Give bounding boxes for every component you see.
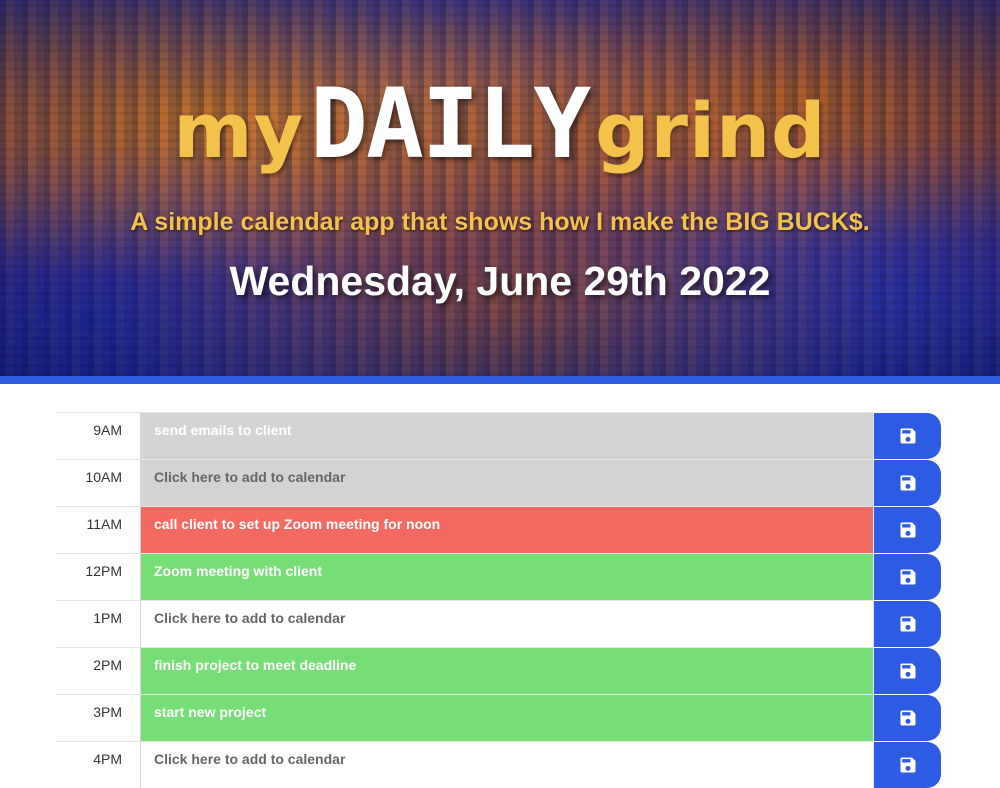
day-planner: 9AM send emails to client 10AM Click her…: [56, 412, 942, 788]
hour-label: 9AM: [56, 412, 141, 459]
save-button[interactable]: [874, 413, 941, 459]
hour-label: 12PM: [56, 553, 141, 600]
time-block: 2PM finish project to meet deadline: [56, 647, 942, 694]
save-button[interactable]: [874, 460, 941, 506]
title-grind: grind: [595, 86, 827, 175]
time-block: 1PM Click here to add to calendar: [56, 600, 942, 647]
hour-label: 11AM: [56, 506, 141, 553]
hour-label: 10AM: [56, 459, 141, 506]
floppy-disk-icon: [900, 757, 915, 773]
floppy-disk-icon: [900, 428, 915, 444]
title-daily: DAILY: [310, 68, 591, 180]
floppy-disk-icon: [900, 710, 915, 726]
time-block: 11AM call client to set up Zoom meeting …: [56, 506, 942, 553]
time-block: 10AM Click here to add to calendar: [56, 459, 942, 506]
event-description[interactable]: start new project: [141, 694, 874, 741]
time-block: 12PM Zoom meeting with client: [56, 553, 942, 600]
floppy-disk-icon: [900, 522, 915, 538]
floppy-disk-icon: [900, 569, 915, 585]
save-button[interactable]: [874, 695, 941, 741]
floppy-disk-icon: [900, 616, 915, 632]
save-button[interactable]: [874, 601, 941, 647]
hour-label: 2PM: [56, 647, 141, 694]
save-button[interactable]: [874, 742, 941, 788]
hour-label: 1PM: [56, 600, 141, 647]
save-button[interactable]: [874, 554, 941, 600]
app-title: my DAILY grind: [0, 76, 1000, 172]
event-description[interactable]: finish project to meet deadline: [141, 647, 874, 694]
hour-label: 4PM: [56, 741, 141, 788]
current-date: Wednesday, June 29th 2022: [229, 258, 771, 304]
hero-banner: my DAILY grind A simple calendar app tha…: [0, 0, 1000, 376]
event-description[interactable]: Zoom meeting with client: [141, 553, 874, 600]
title-my: my: [173, 86, 305, 175]
time-block: 3PM start new project: [56, 694, 942, 741]
event-description[interactable]: call client to set up Zoom meeting for n…: [141, 506, 874, 553]
event-description[interactable]: Click here to add to calendar: [141, 459, 874, 506]
floppy-disk-icon: [900, 663, 915, 679]
event-description[interactable]: Click here to add to calendar: [141, 600, 874, 647]
time-block: 4PM Click here to add to calendar: [56, 741, 942, 788]
event-description[interactable]: Click here to add to calendar: [141, 741, 874, 788]
floppy-disk-icon: [900, 475, 915, 491]
time-block: 9AM send emails to client: [56, 412, 942, 459]
save-button[interactable]: [874, 507, 941, 553]
hour-label: 3PM: [56, 694, 141, 741]
header-divider: [0, 376, 1000, 384]
app-subtitle: A simple calendar app that shows how I m…: [130, 208, 870, 236]
save-button[interactable]: [874, 648, 941, 694]
event-description[interactable]: send emails to client: [141, 412, 874, 459]
